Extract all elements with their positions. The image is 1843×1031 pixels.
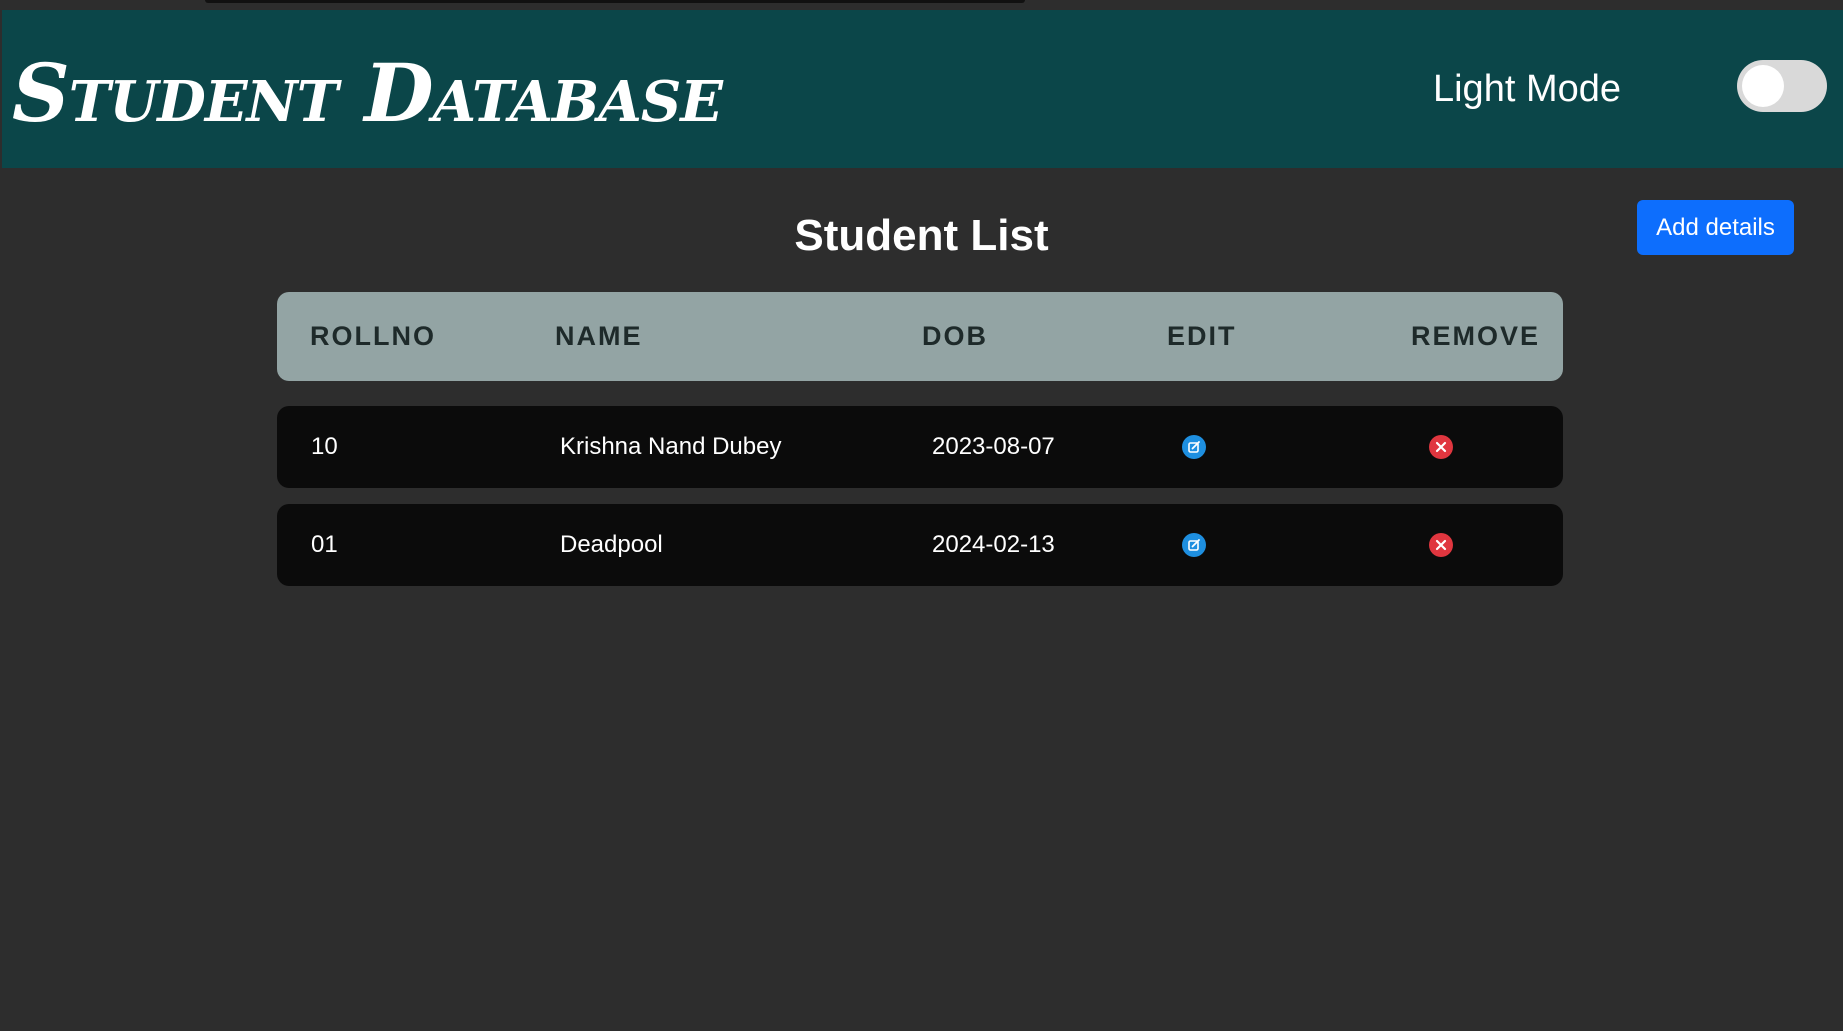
- cell-rollno: 01: [311, 531, 338, 558]
- cell-name: Krishna Nand Dubey: [560, 433, 782, 460]
- app-header: Student Database Light Mode: [2, 10, 1843, 168]
- column-header-rollno: ROLLNO: [310, 321, 436, 351]
- edit-glyph: [1188, 539, 1200, 551]
- column-header-name: NAME: [555, 321, 643, 351]
- column-header-edit: EDIT: [1167, 321, 1237, 351]
- table-row: 01 Deadpool 2024-02-13: [277, 504, 1563, 586]
- main-content: Add details Student List ROLLNO NAME DOB…: [0, 168, 1843, 1031]
- table-row: 10 Krishna Nand Dubey 2023-08-07: [277, 406, 1563, 488]
- edit-icon[interactable]: [1182, 435, 1206, 459]
- remove-glyph: [1435, 441, 1447, 453]
- column-header-dob: DOB: [922, 321, 988, 351]
- cell-dob: 2023-08-07: [932, 433, 1055, 460]
- table-header: ROLLNO NAME DOB EDIT REMOVE: [277, 292, 1563, 381]
- page-title: Student List: [794, 211, 1049, 260]
- edit-glyph: [1188, 441, 1200, 453]
- remove-icon[interactable]: [1429, 533, 1453, 557]
- cell-name: Deadpool: [560, 531, 663, 558]
- remove-glyph: [1435, 539, 1447, 551]
- remove-icon[interactable]: [1429, 435, 1453, 459]
- mode-label: Light Mode: [1432, 68, 1621, 110]
- toggle-knob: [1742, 65, 1784, 107]
- edit-icon[interactable]: [1182, 533, 1206, 557]
- column-header-remove: REMOVE: [1411, 321, 1541, 351]
- cell-rollno: 10: [311, 433, 338, 460]
- cell-dob: 2024-02-13: [932, 531, 1055, 558]
- brand-title: Student Database: [12, 46, 723, 140]
- window-top-strip: [0, 0, 1843, 10]
- light-mode-toggle[interactable]: [1737, 60, 1827, 112]
- browser-tab-edge: [205, 0, 1025, 3]
